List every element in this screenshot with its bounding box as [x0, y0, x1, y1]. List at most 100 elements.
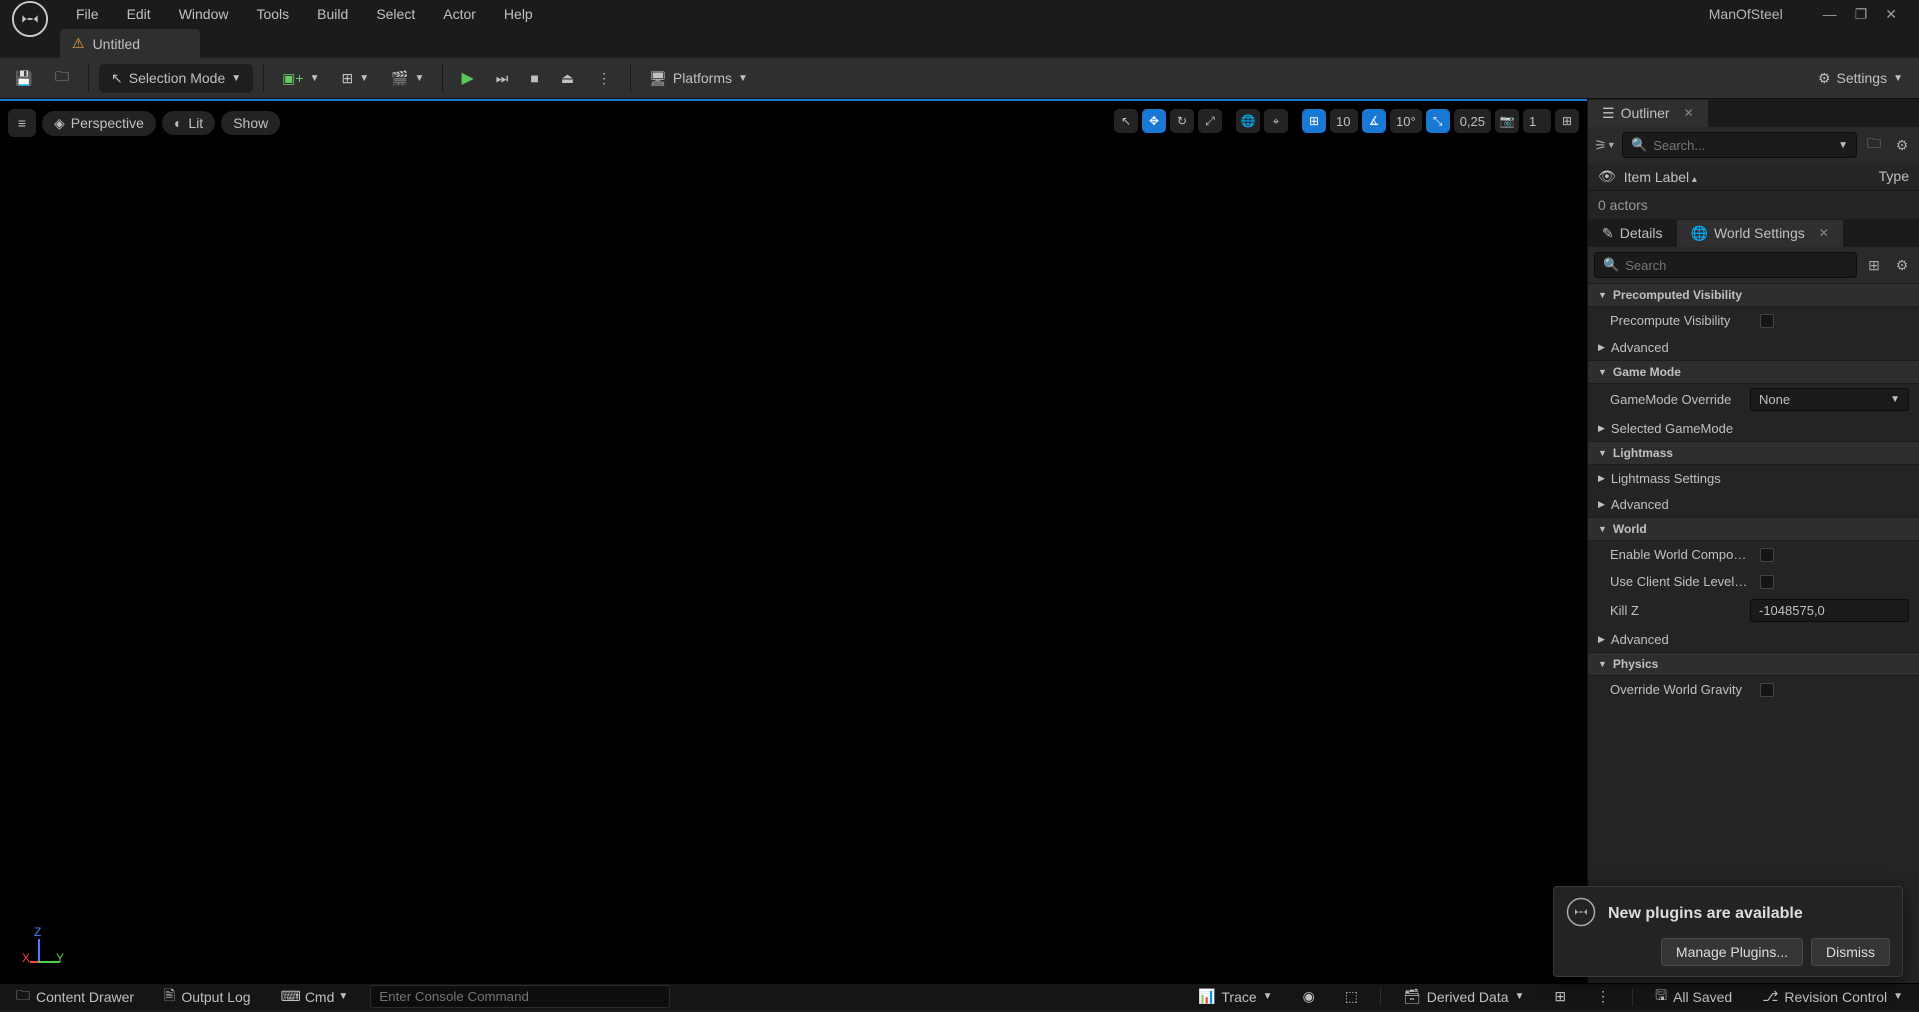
viewport[interactable]: ≡ ◈Perspective ◐Lit Show ↖ ✥ ↻ ⤢ 🌐 ⌖ ⊞ 1…	[0, 99, 1587, 983]
world-settings-search[interactable]: 🔍	[1594, 252, 1857, 278]
status-kebab-button[interactable]: ⋮	[1588, 985, 1618, 1008]
console-command-input[interactable]	[370, 985, 670, 1008]
world-settings-icon: 🌐	[1691, 225, 1708, 242]
angle-snap-value[interactable]: 10°	[1390, 109, 1422, 133]
camera-speed-value[interactable]: 1	[1523, 109, 1551, 133]
all-saved-button[interactable]: 🖫All Saved	[1647, 982, 1740, 1012]
play-button[interactable]: ▶	[453, 62, 481, 94]
warning-icon: ⚠	[72, 35, 85, 52]
menu-select[interactable]: Select	[362, 2, 429, 26]
outliner-col-type[interactable]: Type	[1879, 168, 1909, 185]
trace-store-button[interactable]: ⬚	[1337, 985, 1366, 1008]
blueprint-dropdown[interactable]: ⊞▼	[333, 64, 377, 93]
trace-live-button[interactable]: ◉	[1295, 985, 1323, 1008]
eject-icon: ⏏	[561, 70, 574, 87]
derived-data-dropdown[interactable]: 🗃Derived Data▼	[1395, 985, 1532, 1008]
folder-icon: 🗀	[55, 66, 69, 90]
translate-tool[interactable]: ✥	[1142, 109, 1166, 133]
cinematics-dropdown[interactable]: 🎬▼	[383, 64, 432, 93]
chevron-down-icon: ▼	[231, 73, 241, 84]
camera-speed-button[interactable]: 📷	[1495, 109, 1519, 133]
browse-button[interactable]: 🗀	[46, 60, 78, 96]
grid-snap-value[interactable]: 10	[1330, 109, 1358, 133]
subsection-selected-gamemode[interactable]: ▶Selected GameMode	[1588, 415, 1919, 441]
outliner-col-item[interactable]: Item Label	[1624, 169, 1697, 185]
subsection-advanced-world[interactable]: ▶Advanced	[1588, 626, 1919, 652]
outliner-close-button[interactable]: ✕	[1684, 106, 1694, 120]
world-settings-tab[interactable]: 🌐 World Settings ✕	[1677, 220, 1843, 247]
scale-snap-value[interactable]: 0,25	[1454, 109, 1491, 133]
perspective-dropdown[interactable]: ◈Perspective	[42, 111, 156, 136]
outliner-new-folder-button[interactable]: 🗀	[1863, 134, 1885, 156]
select-tool[interactable]: ↖	[1114, 109, 1138, 133]
angle-snap-button[interactable]: ∡	[1362, 109, 1386, 133]
viewport-layout-button[interactable]: ⊞	[1555, 109, 1579, 133]
dismiss-notification-button[interactable]: Dismiss	[1811, 938, 1890, 966]
precompute-visibility-checkbox[interactable]	[1760, 314, 1774, 328]
menu-build[interactable]: Build	[303, 2, 362, 26]
enable-world-composition-checkbox[interactable]	[1760, 548, 1774, 562]
outliner-search-input[interactable]	[1653, 138, 1832, 153]
section-lightmass[interactable]: ▼Lightmass	[1588, 441, 1919, 465]
rotate-tool[interactable]: ↻	[1170, 109, 1194, 133]
section-world[interactable]: ▼World	[1588, 517, 1919, 541]
outliner-tab[interactable]: ☰ Outliner ✕	[1588, 100, 1708, 127]
scale-tool[interactable]: ⤢	[1198, 109, 1222, 133]
details-tab-label: Details	[1620, 225, 1663, 241]
eject-button[interactable]: ⏏	[553, 64, 582, 93]
scale-snap-button[interactable]: ⤡	[1426, 109, 1450, 133]
app-title: ManOfSteel	[1709, 6, 1823, 22]
world-settings-search-input[interactable]	[1625, 258, 1848, 273]
selection-mode-dropdown[interactable]: ↖ Selection Mode ▼	[99, 64, 253, 93]
section-physics[interactable]: ▼Physics	[1588, 652, 1919, 676]
visibility-icon[interactable]: 👁	[1598, 168, 1616, 185]
output-log-button[interactable]: 🖹Output Log	[156, 982, 259, 1012]
step-button[interactable]: ⏭	[488, 64, 517, 93]
show-dropdown[interactable]: Show	[221, 111, 280, 135]
outliner-search[interactable]: 🔍 ▼	[1622, 132, 1857, 158]
grid-snap-button[interactable]: ⊞	[1302, 109, 1326, 133]
section-precomputed-visibility[interactable]: ▼Precomputed Visibility	[1588, 283, 1919, 307]
subsection-advanced-lightmass[interactable]: ▶Advanced	[1588, 491, 1919, 517]
coord-space-button[interactable]: 🌐	[1236, 109, 1260, 133]
subsection-lightmass-settings[interactable]: ▶Lightmass Settings	[1588, 465, 1919, 491]
outliner-settings-button[interactable]: ⚙	[1891, 134, 1913, 156]
menu-file[interactable]: File	[62, 2, 113, 26]
content-drawer-button[interactable]: 🗀Content Drawer	[8, 982, 142, 1012]
manage-plugins-button[interactable]: Manage Plugins...	[1661, 938, 1803, 966]
maximize-button[interactable]: ❐	[1855, 6, 1868, 23]
viewport-menu-button[interactable]: ≡	[8, 109, 36, 137]
stop-button[interactable]: ■	[522, 64, 546, 92]
minimize-button[interactable]: —	[1823, 6, 1837, 23]
layout-grid-button[interactable]: ⊞	[1546, 985, 1574, 1008]
menu-window[interactable]: Window	[165, 2, 243, 26]
kill-z-field[interactable]: -1048575,0	[1750, 599, 1909, 622]
play-options-button[interactable]: ⋮	[588, 64, 620, 93]
close-button[interactable]: ✕	[1885, 6, 1897, 23]
gamemode-override-dropdown[interactable]: None▼	[1750, 388, 1909, 411]
menu-actor[interactable]: Actor	[429, 2, 490, 26]
details-tab[interactable]: ✎ Details	[1588, 220, 1677, 247]
revision-control-dropdown[interactable]: ⎇Revision Control▼	[1754, 985, 1911, 1008]
client-side-streaming-checkbox[interactable]	[1760, 575, 1774, 589]
property-matrix-button[interactable]: ⊞	[1863, 254, 1885, 276]
subsection-advanced-pcv[interactable]: ▶Advanced	[1588, 334, 1919, 360]
world-settings-close-button[interactable]: ✕	[1819, 226, 1829, 240]
trace-dropdown[interactable]: 📊Trace▼	[1190, 985, 1281, 1008]
world-settings-gear-button[interactable]: ⚙	[1891, 254, 1913, 276]
override-world-gravity-checkbox[interactable]	[1760, 683, 1774, 697]
outliner-filter-button[interactable]: ⚞▼	[1594, 134, 1616, 156]
level-tab-label: Untitled	[93, 36, 140, 52]
add-content-dropdown[interactable]: ▣+▼	[274, 64, 327, 93]
menu-edit[interactable]: Edit	[113, 2, 165, 26]
surface-snap-button[interactable]: ⌖	[1264, 109, 1288, 133]
level-tab[interactable]: ⚠ Untitled	[60, 29, 200, 58]
save-button[interactable]: 💾	[8, 64, 40, 93]
cmd-dropdown[interactable]: ⌨Cmd▼	[273, 985, 357, 1008]
platforms-dropdown[interactable]: 🖥 Platforms ▼	[641, 64, 756, 93]
lit-dropdown[interactable]: ◐Lit	[162, 111, 215, 135]
menu-tools[interactable]: Tools	[242, 2, 303, 26]
settings-dropdown[interactable]: Settings ▼	[1810, 64, 1911, 93]
section-game-mode[interactable]: ▼Game Mode	[1588, 360, 1919, 384]
menu-help[interactable]: Help	[490, 2, 547, 26]
